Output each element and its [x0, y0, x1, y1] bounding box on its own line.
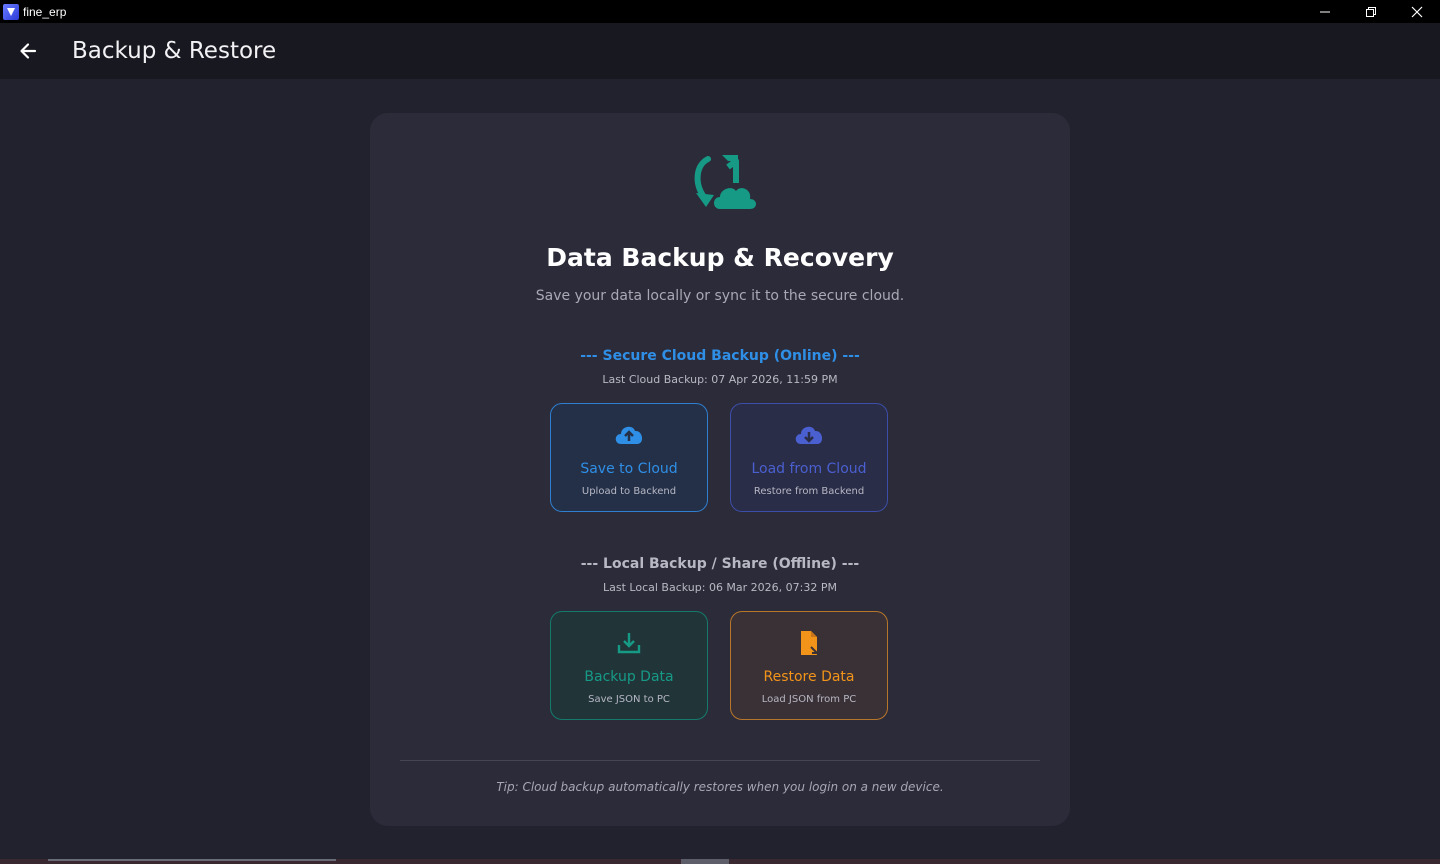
- load-from-cloud-button[interactable]: Load from Cloud Restore from Backend: [730, 403, 888, 512]
- last-cloud-backup: Last Cloud Backup: 07 Apr 2026, 11:59 PM: [602, 373, 838, 386]
- tip-text: Tip: Cloud backup automatically restores…: [496, 780, 944, 794]
- close-button[interactable]: [1394, 0, 1440, 23]
- minimize-button[interactable]: [1302, 0, 1348, 23]
- restore-data-button[interactable]: Restore Data Load JSON from PC: [730, 611, 888, 720]
- taskbar-segment: [48, 859, 336, 861]
- sync-cloud-icon: [690, 153, 760, 213]
- cloud-section-title: --- Secure Cloud Backup (Online) ---: [580, 348, 860, 364]
- page-title: Backup & Restore: [72, 38, 277, 64]
- divider: [400, 760, 1040, 761]
- taskbar-segment: [681, 859, 729, 864]
- app-logo-icon: [3, 3, 19, 20]
- card-subheading: Save your data locally or sync it to the…: [535, 288, 905, 304]
- app-bar: Backup & Restore: [0, 23, 1440, 79]
- local-section-title: --- Local Backup / Share (Offline) ---: [580, 556, 860, 572]
- window-titlebar: fine_erp: [0, 0, 1440, 23]
- download-tray-icon: [551, 630, 707, 658]
- last-local-backup: Last Local Backup: 06 Mar 2026, 07:32 PM: [603, 581, 837, 594]
- card-heading: Data Backup & Recovery: [546, 243, 894, 272]
- restore-button[interactable]: [1348, 0, 1394, 23]
- tile-sublabel: Restore from Backend: [753, 486, 865, 497]
- close-icon: [1411, 6, 1423, 17]
- cloud-download-icon: [731, 422, 887, 450]
- tile-label: Save to Cloud: [580, 461, 678, 477]
- tile-label: Restore Data: [763, 669, 855, 685]
- window-title: fine_erp: [23, 4, 67, 19]
- tile-sublabel: Save JSON to PC: [588, 694, 670, 705]
- save-to-cloud-button[interactable]: Save to Cloud Upload to Backend: [550, 403, 708, 512]
- tile-label: Backup Data: [584, 669, 674, 685]
- arrow-left-icon: [20, 43, 37, 59]
- minimize-icon: [1320, 11, 1330, 12]
- restore-icon: [1366, 6, 1376, 17]
- backup-card: Data Backup & Recovery Save your data lo…: [370, 113, 1070, 826]
- tile-sublabel: Upload to Backend: [581, 486, 677, 497]
- back-button[interactable]: [0, 23, 56, 79]
- cloud-upload-icon: [551, 422, 707, 450]
- tile-sublabel: Load JSON from PC: [761, 694, 857, 705]
- backup-data-button[interactable]: Backup Data Save JSON to PC: [550, 611, 708, 720]
- tile-label: Load from Cloud: [751, 461, 867, 477]
- file-restore-icon: [731, 630, 887, 658]
